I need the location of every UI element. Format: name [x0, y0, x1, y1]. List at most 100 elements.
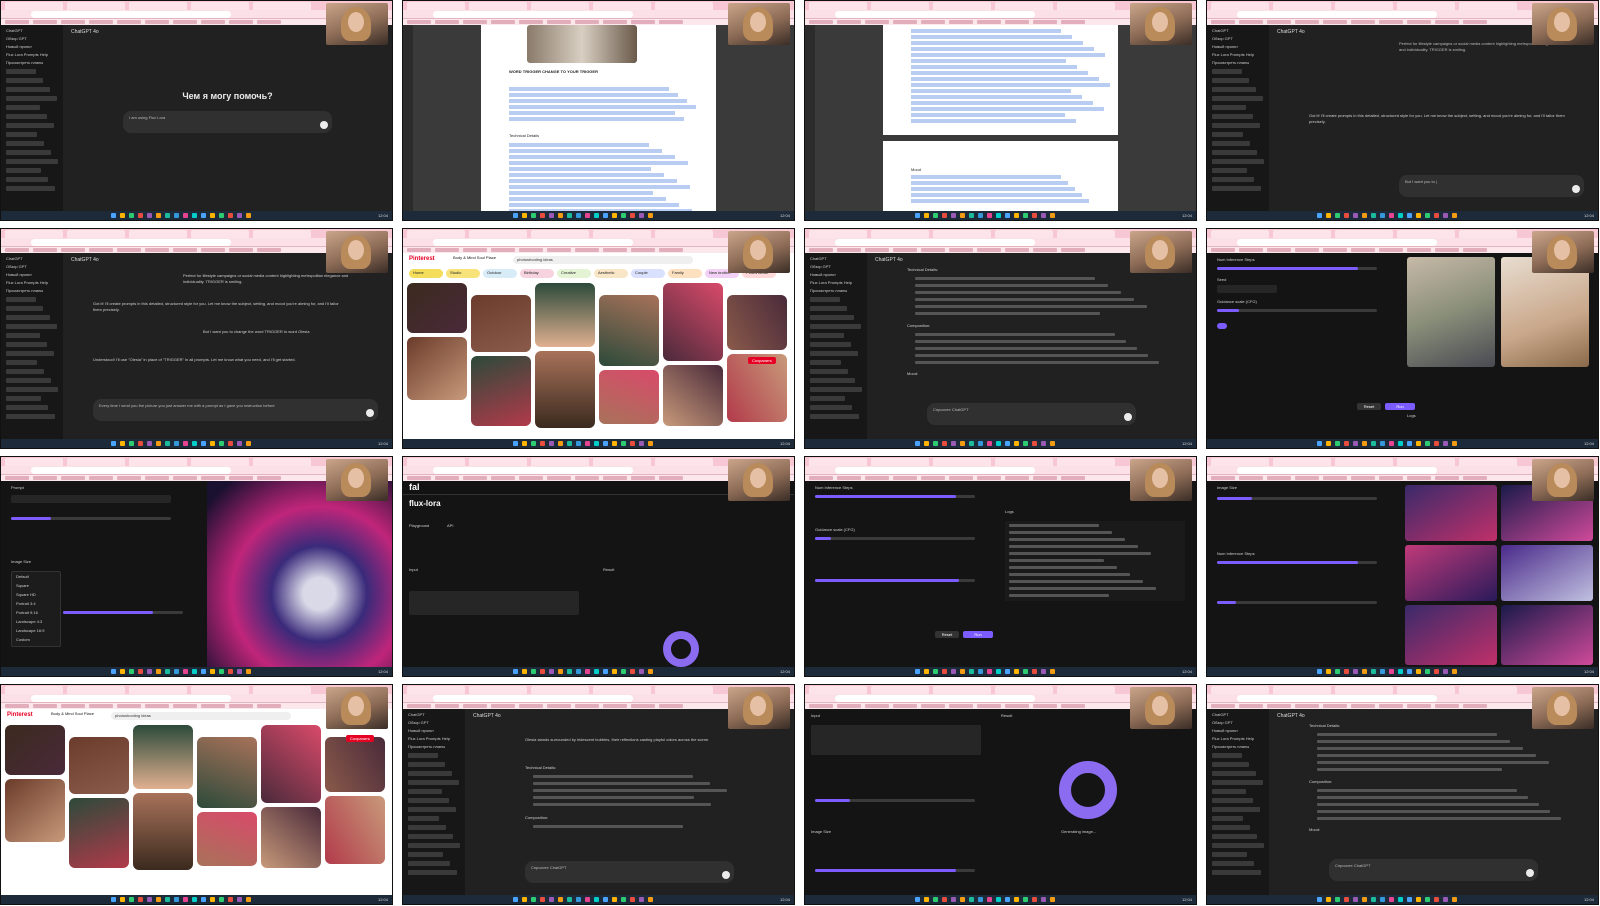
sidebar-item[interactable]: ChatGPT	[6, 28, 58, 33]
bookmark-item[interactable]	[1033, 20, 1057, 24]
url-field[interactable]	[433, 467, 633, 474]
taskbar-app-icon[interactable]	[1032, 669, 1037, 674]
browser-tab[interactable]	[253, 458, 311, 466]
taskbar-app-icon[interactable]	[237, 441, 242, 446]
bookmark-item[interactable]	[921, 704, 945, 708]
bookmark-item[interactable]	[837, 704, 861, 708]
send-button[interactable]	[320, 121, 328, 129]
taskbar-app-icon[interactable]	[111, 213, 116, 218]
taskbar-app-icon[interactable]	[540, 897, 545, 902]
browser-tab[interactable]	[1273, 2, 1331, 10]
bookmark-item[interactable]	[407, 248, 431, 252]
chip-label[interactable]: Family	[672, 270, 684, 276]
taskbar-app-icon[interactable]	[120, 669, 125, 674]
bookmark-item[interactable]	[435, 20, 459, 24]
chat-input[interactable]: Спросите ChatGPT	[525, 861, 734, 883]
bookmark-item[interactable]	[1267, 476, 1291, 480]
bookmark-item[interactable]	[1211, 20, 1235, 24]
browser-tab[interactable]	[1211, 458, 1269, 466]
tab-api[interactable]: API	[447, 523, 453, 529]
taskbar-app-icon[interactable]	[219, 213, 224, 218]
taskbar-app-icon[interactable]	[924, 669, 929, 674]
taskbar-app-icon[interactable]	[1362, 669, 1367, 674]
size-option[interactable]: Default	[16, 574, 29, 580]
sidebar-item[interactable]: Обзор GPT	[1212, 36, 1264, 41]
taskbar-app-icon[interactable]	[1371, 213, 1376, 218]
taskbar-app-icon[interactable]	[1380, 213, 1385, 218]
pin-image[interactable]	[599, 295, 659, 366]
images-slider[interactable]	[815, 579, 975, 582]
taskbar-app-icon[interactable]	[960, 669, 965, 674]
browser-tab[interactable]	[655, 2, 713, 10]
sidebar-history-item[interactable]	[6, 333, 40, 338]
size-option[interactable]: Custom	[16, 637, 30, 643]
bookmark-item[interactable]	[407, 476, 431, 480]
bookmark-item[interactable]	[1211, 704, 1235, 708]
bookmark-item[interactable]	[1463, 476, 1487, 480]
seed-input[interactable]	[1217, 285, 1277, 293]
browser-tab[interactable]	[469, 230, 527, 238]
sidebar-history-item[interactable]	[1212, 825, 1250, 830]
sidebar-history-item[interactable]	[810, 360, 841, 365]
sidebar-history-item[interactable]	[6, 159, 58, 164]
taskbar-app-icon[interactable]	[156, 441, 161, 446]
bookmark-item[interactable]	[89, 248, 113, 252]
bookmark-item[interactable]	[1295, 248, 1319, 252]
chat-input[interactable]: I am using Flux Lora	[123, 111, 332, 133]
bookmark-item[interactable]	[1295, 704, 1319, 708]
taskbar-app-icon[interactable]	[237, 213, 242, 218]
bookmark-item[interactable]	[949, 20, 973, 24]
steps-slider[interactable]	[63, 611, 183, 614]
taskbar-app-icon[interactable]	[192, 213, 197, 218]
taskbar-app-icon[interactable]	[246, 897, 251, 902]
taskbar-app-icon[interactable]	[1005, 441, 1010, 446]
bookmark-item[interactable]	[33, 20, 57, 24]
sidebar-item[interactable]: Просмотреть планы	[408, 744, 460, 749]
sidebar-history-item[interactable]	[1212, 159, 1264, 164]
bookmark-item[interactable]	[435, 704, 459, 708]
bookmark-item[interactable]	[1005, 704, 1029, 708]
taskbar-app-icon[interactable]	[1407, 441, 1412, 446]
bookmark-item[interactable]	[1033, 704, 1057, 708]
sidebar-history-item[interactable]	[810, 315, 854, 320]
taskbar-app-icon[interactable]	[156, 897, 161, 902]
bookmark-item[interactable]	[659, 248, 683, 252]
taskbar-app-icon[interactable]	[594, 669, 599, 674]
bookmark-item[interactable]	[893, 476, 917, 480]
taskbar-app-icon[interactable]	[639, 213, 644, 218]
sidebar-history-item[interactable]	[1212, 789, 1246, 794]
taskbar-app-icon[interactable]	[1443, 213, 1448, 218]
url-field[interactable]	[835, 239, 1035, 246]
sidebar-history-item[interactable]	[1212, 78, 1249, 83]
taskbar-app-icon[interactable]	[1014, 441, 1019, 446]
bookmark-item[interactable]	[659, 476, 683, 480]
url-field[interactable]	[31, 11, 231, 18]
bookmark-item[interactable]	[519, 20, 543, 24]
bookmark-item[interactable]	[5, 704, 29, 708]
taskbar-app-icon[interactable]	[549, 213, 554, 218]
chip-label[interactable]: Home	[413, 270, 424, 276]
bookmark-item[interactable]	[575, 20, 599, 24]
bookmark-item[interactable]	[809, 704, 833, 708]
bookmark-item[interactable]	[33, 704, 57, 708]
taskbar-app-icon[interactable]	[1416, 669, 1421, 674]
taskbar-app-icon[interactable]	[513, 669, 518, 674]
browser-tab[interactable]	[1211, 686, 1269, 694]
taskbar-app-icon[interactable]	[960, 213, 965, 218]
model-selector[interactable]: ChatGPT 4o	[71, 257, 99, 263]
taskbar-app-icon[interactable]	[1050, 669, 1055, 674]
bookmark-item[interactable]	[145, 476, 169, 480]
sidebar-history-item[interactable]	[6, 351, 54, 356]
bookmark-item[interactable]	[463, 20, 487, 24]
taskbar-app-icon[interactable]	[996, 669, 1001, 674]
bookmark-item[interactable]	[1239, 704, 1263, 708]
bookmark-item[interactable]	[33, 248, 57, 252]
browser-tab[interactable]	[531, 686, 589, 694]
bookmark-item[interactable]	[603, 704, 627, 708]
bookmark-item[interactable]	[575, 248, 599, 252]
taskbar-app-icon[interactable]	[594, 897, 599, 902]
sidebar-item[interactable]: ChatGPT	[6, 256, 58, 261]
filter-chip[interactable]: Couple	[631, 269, 665, 278]
browser-tab[interactable]	[933, 230, 991, 238]
taskbar-app-icon[interactable]	[246, 213, 251, 218]
